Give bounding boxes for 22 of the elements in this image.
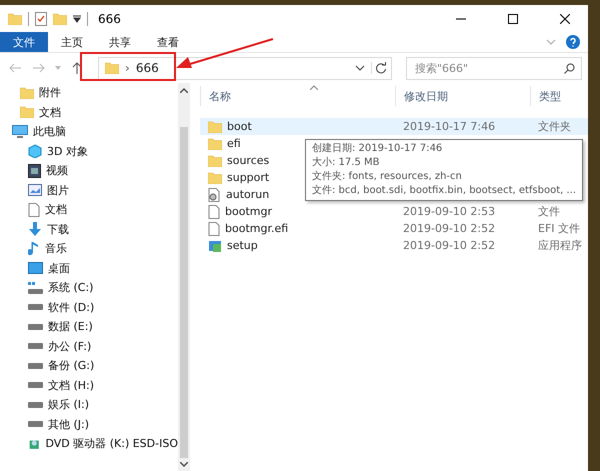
file-type: 应用程序 <box>537 238 583 253</box>
file-type: EFI 文件 <box>537 221 582 236</box>
file-name: boot <box>227 120 252 133</box>
modified-date: 2019-09-10 2:52 <box>402 239 496 252</box>
path-separator: › <box>125 61 130 75</box>
file-name: bootmgr <box>225 205 272 218</box>
tooltip-line: 文件: bcd, boot.sdi, bootfix.bin, bootsect, etfsboot, ... <box>312 184 576 198</box>
modified-date: 2019-09-10 2:53 <box>402 205 496 218</box>
file-name: support <box>227 171 270 184</box>
file-name: bootmgr.efi <box>225 222 288 235</box>
file-name: autorun <box>226 188 270 201</box>
file-type: 文件 <box>537 204 561 219</box>
modified-date: 2019-10-17 7:46 <box>402 120 496 133</box>
window-title: 666 <box>98 12 121 26</box>
file-name: sources <box>227 154 270 167</box>
file-name: efi <box>227 137 241 150</box>
tooltip-line: 创建日期: 2019-10-17 7:46 <box>312 142 444 156</box>
file-type: 文件夹 <box>537 119 572 134</box>
tooltip-line: 文件夹: fonts, resources, zh-cn <box>312 170 463 184</box>
file-name: setup <box>227 239 258 252</box>
tooltip-line: 大小: 17.5 MB <box>312 156 380 170</box>
modified-date: 2019-09-10 2:52 <box>402 222 496 235</box>
